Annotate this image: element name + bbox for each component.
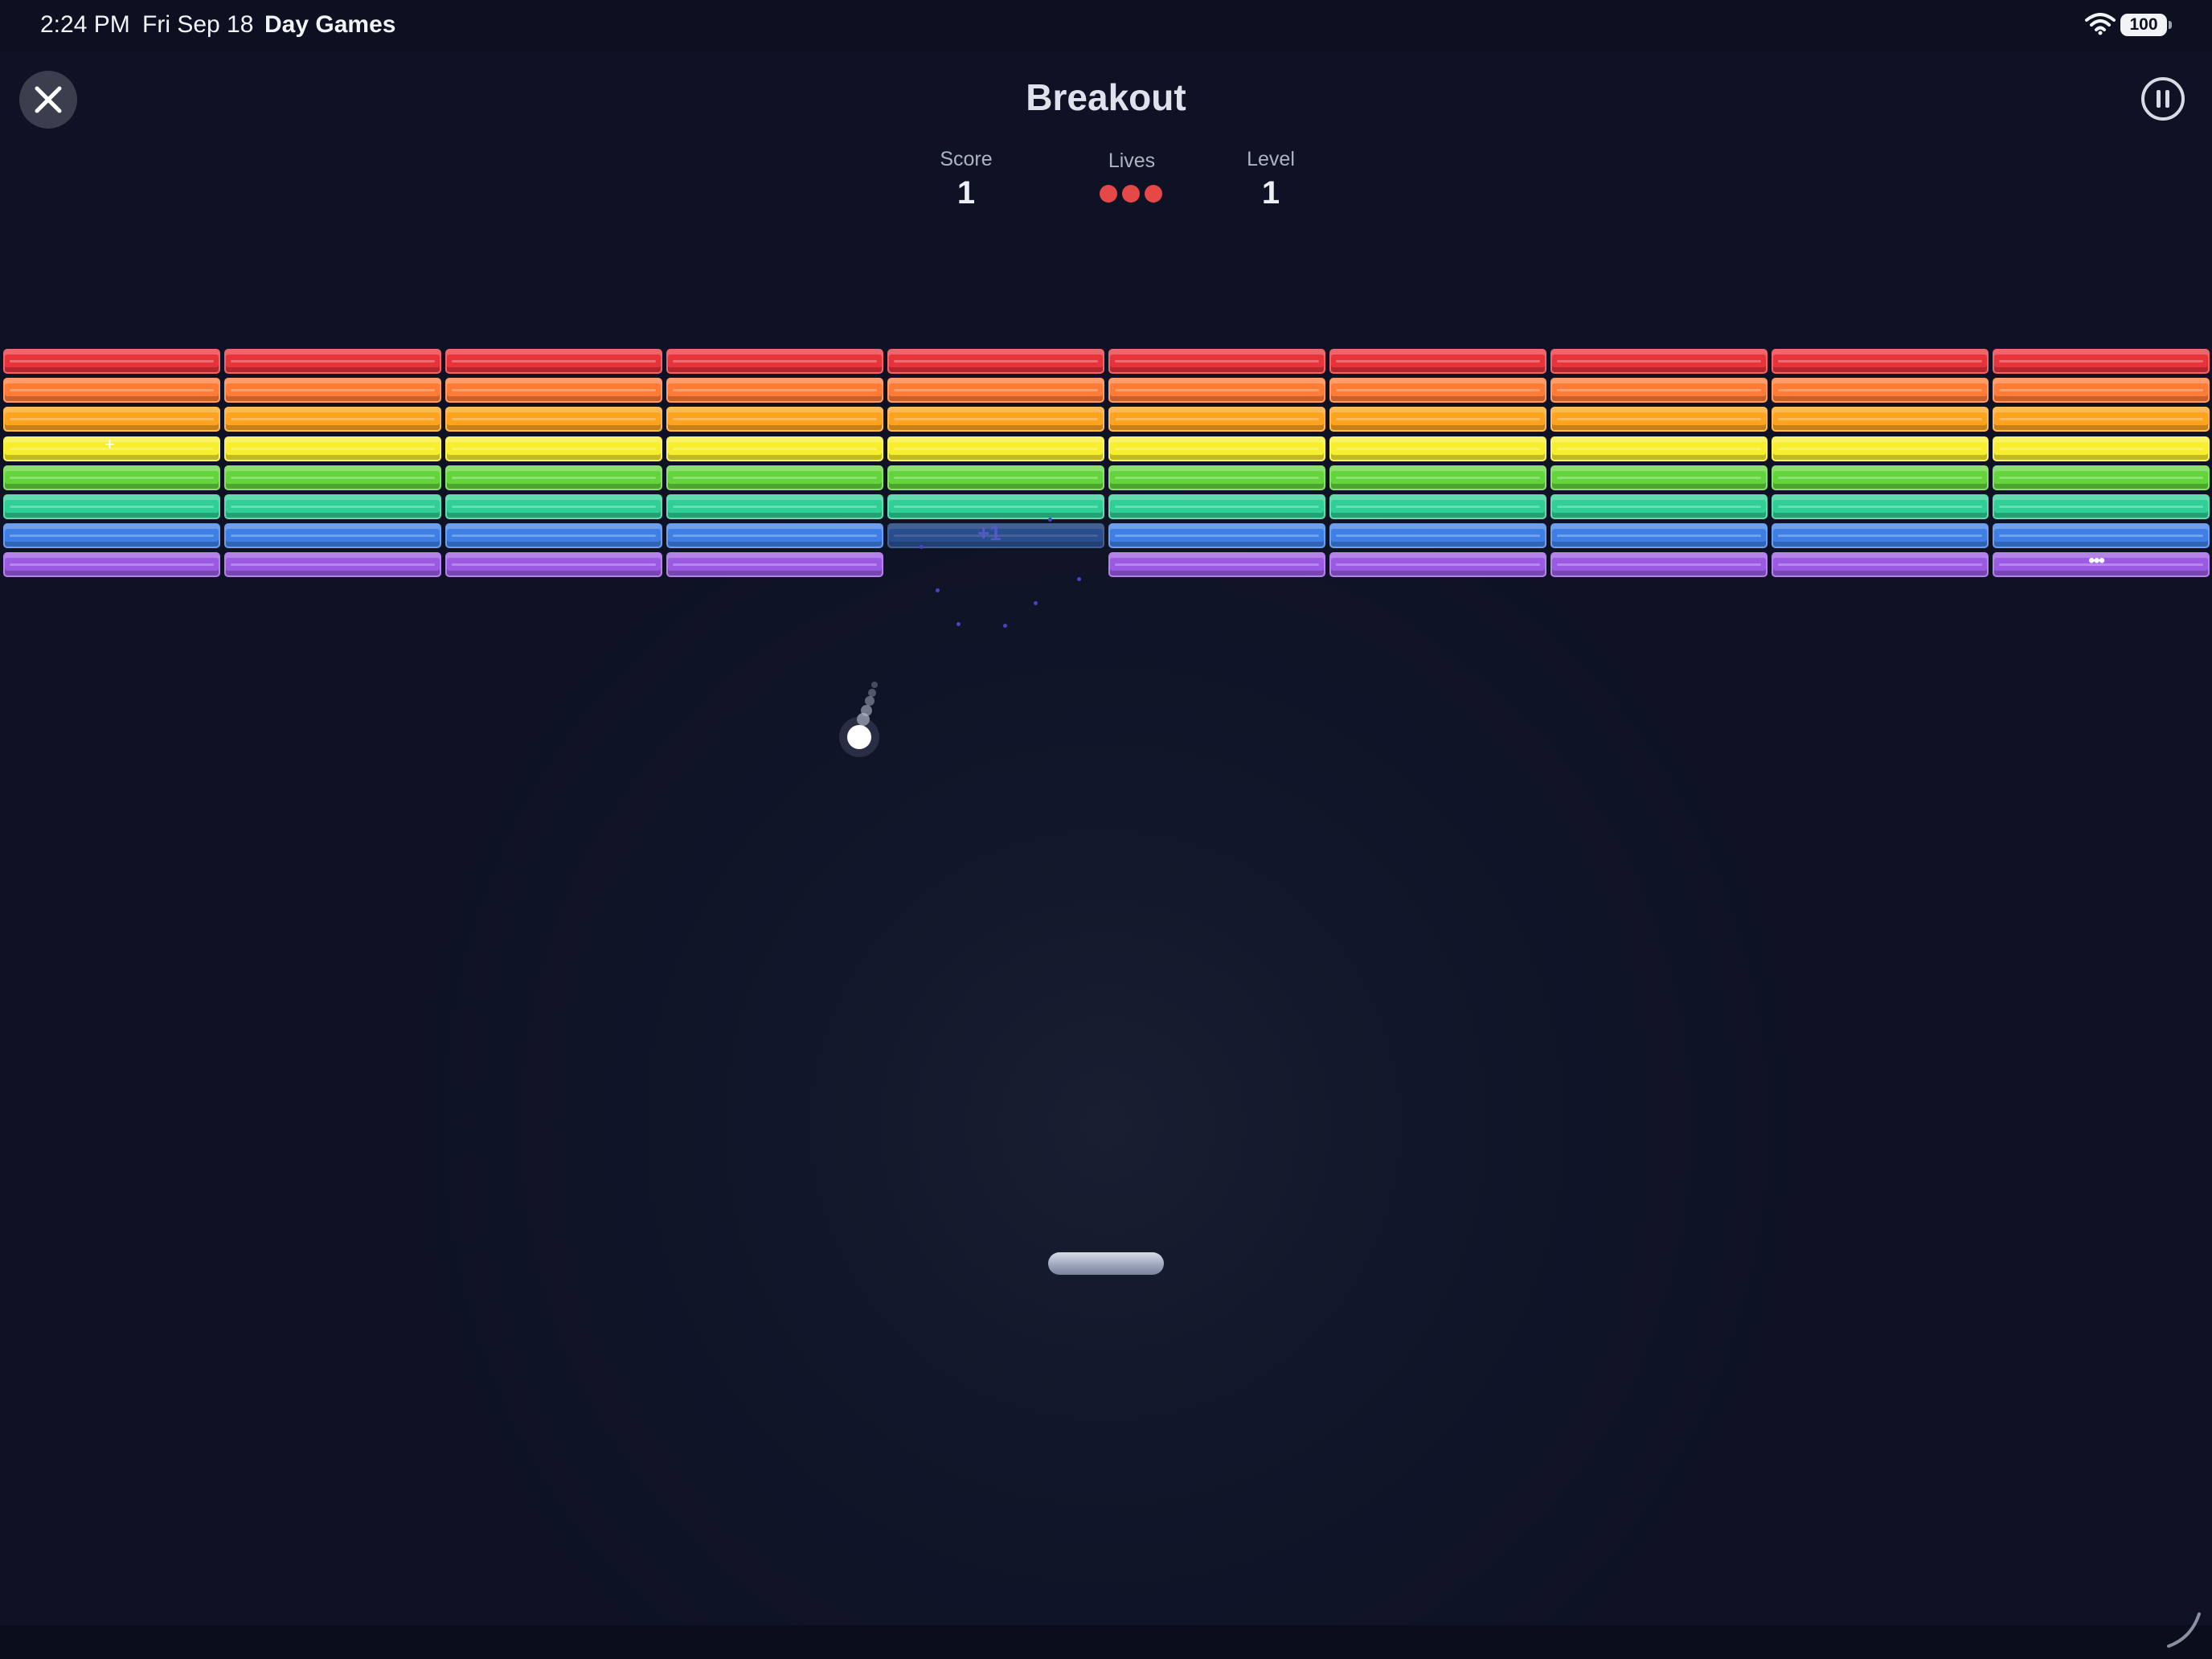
brick xyxy=(1329,407,1546,432)
particle xyxy=(1034,601,1038,605)
brick xyxy=(1550,552,1768,577)
brick xyxy=(1550,523,1768,548)
brick xyxy=(1993,436,2210,461)
brick xyxy=(224,494,441,519)
brick xyxy=(1772,349,1989,374)
brick xyxy=(3,378,220,403)
brick xyxy=(224,378,441,403)
brick xyxy=(1329,494,1546,519)
brick xyxy=(1993,349,2210,374)
brick xyxy=(445,523,662,548)
brick xyxy=(224,523,441,548)
brick xyxy=(445,378,662,403)
brick xyxy=(1329,349,1546,374)
ball xyxy=(847,725,871,749)
brick xyxy=(445,349,662,374)
brick xyxy=(1772,407,1989,432)
brick xyxy=(1550,378,1768,403)
brick xyxy=(666,407,883,432)
brick xyxy=(3,523,220,548)
brick xyxy=(1550,407,1768,432)
resize-corner-icon xyxy=(2167,1612,2201,1648)
brick xyxy=(3,407,220,432)
brick xyxy=(1108,349,1325,374)
brick xyxy=(224,407,441,432)
brick xyxy=(666,523,883,548)
brick xyxy=(3,349,220,374)
brick-field xyxy=(0,0,2212,1659)
brick xyxy=(3,552,220,577)
brick xyxy=(1329,552,1546,577)
brick xyxy=(1550,349,1768,374)
brick xyxy=(887,349,1104,374)
game-canvas[interactable]: 2:24 PM Fri Sep 18 Day Games 100 Breakou… xyxy=(0,0,2212,1659)
brick xyxy=(666,494,883,519)
brick xyxy=(1993,465,2210,490)
brick xyxy=(445,436,662,461)
brick xyxy=(887,494,1104,519)
brick xyxy=(224,349,441,374)
brick xyxy=(666,552,883,577)
brick xyxy=(1772,465,1989,490)
brick xyxy=(1108,494,1325,519)
brick xyxy=(1772,552,1989,577)
brick xyxy=(1772,378,1989,403)
brick xyxy=(666,436,883,461)
brick xyxy=(445,465,662,490)
brick xyxy=(1993,523,2210,548)
brick xyxy=(1108,552,1325,577)
particle xyxy=(1077,577,1081,581)
particle xyxy=(956,622,961,626)
brick xyxy=(1329,523,1546,548)
brick xyxy=(1772,494,1989,519)
brick xyxy=(445,552,662,577)
particle xyxy=(1048,518,1052,522)
particle xyxy=(936,588,940,592)
brick xyxy=(1329,465,1546,490)
spark-plus: + xyxy=(104,434,115,454)
brick xyxy=(3,494,220,519)
particle xyxy=(1003,624,1007,628)
brick xyxy=(1550,494,1768,519)
brick xyxy=(3,465,220,490)
brick xyxy=(666,465,883,490)
brick xyxy=(887,436,1104,461)
brick xyxy=(445,407,662,432)
paddle[interactable] xyxy=(1048,1252,1164,1275)
brick xyxy=(224,465,441,490)
brick xyxy=(666,378,883,403)
brick xyxy=(887,465,1104,490)
brick xyxy=(1993,378,2210,403)
brick xyxy=(445,494,662,519)
brick xyxy=(666,349,883,374)
brick xyxy=(1772,523,1989,548)
score-popup: +1 xyxy=(977,521,1002,545)
brick xyxy=(1108,465,1325,490)
brick xyxy=(1772,436,1989,461)
home-bar-area xyxy=(0,1625,2212,1659)
brick xyxy=(1329,378,1546,403)
brick xyxy=(887,378,1104,403)
spark-dots: ••• xyxy=(2088,550,2105,571)
brick xyxy=(1108,378,1325,403)
brick xyxy=(224,552,441,577)
brick xyxy=(1108,523,1325,548)
brick xyxy=(887,407,1104,432)
brick xyxy=(1108,436,1325,461)
brick xyxy=(1329,436,1546,461)
brick xyxy=(224,436,441,461)
particle xyxy=(920,545,924,549)
brick xyxy=(1550,436,1768,461)
brick xyxy=(1993,407,2210,432)
brick xyxy=(1993,494,2210,519)
brick xyxy=(1108,407,1325,432)
brick xyxy=(1550,465,1768,490)
